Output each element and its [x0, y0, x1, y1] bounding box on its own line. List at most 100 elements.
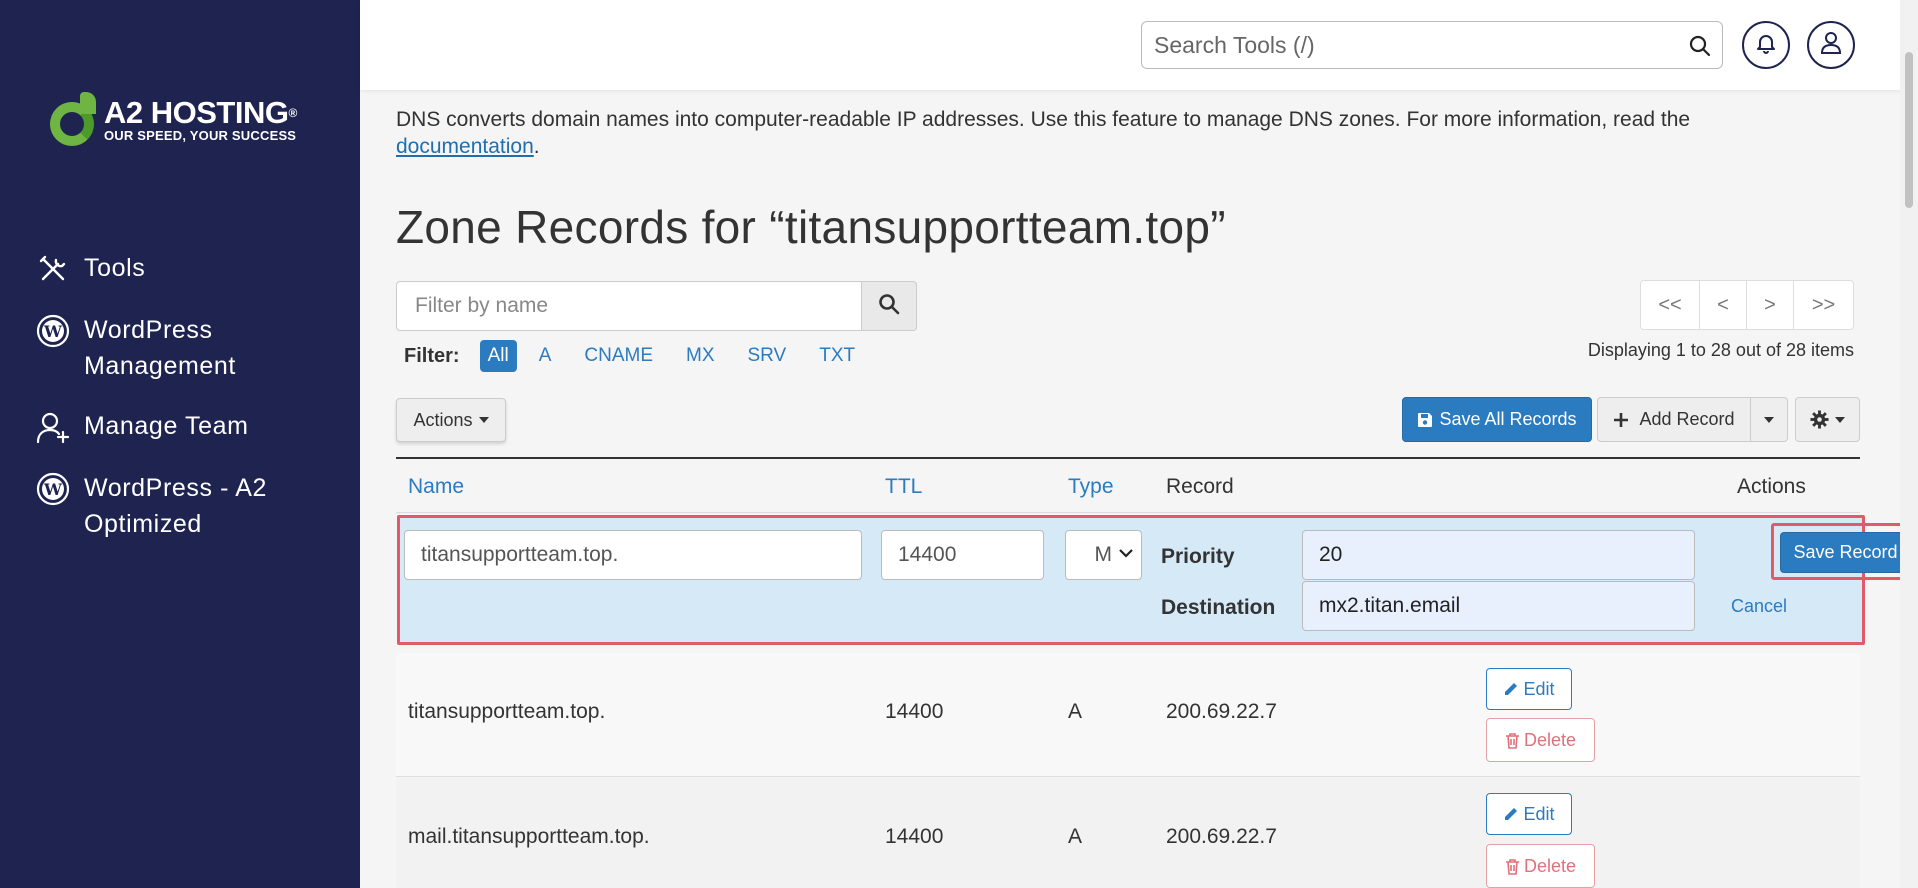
pager-prev-button[interactable]: < [1700, 281, 1747, 329]
page-title: Zone Records for “titansupportteam.top” [396, 201, 1226, 253]
logo-brand-name: A2 HOSTING [104, 94, 289, 130]
column-header-name[interactable]: Name [408, 475, 464, 499]
documentation-link[interactable]: documentation [396, 135, 534, 158]
actions-dropdown-button[interactable]: Actions [396, 398, 506, 442]
add-record-button[interactable]: Add Record [1597, 397, 1751, 442]
wordpress-icon: W [34, 470, 72, 508]
record-name: titansupportteam.top. [408, 700, 606, 723]
search-icon [878, 293, 900, 320]
trash-icon [1505, 732, 1520, 749]
sidebar-item-tools[interactable]: Tools [34, 250, 344, 288]
edit-ttl-input[interactable]: 14400 [881, 530, 1044, 580]
notifications-button[interactable] [1742, 21, 1790, 69]
logo-registered-mark: ® [288, 105, 297, 120]
record-ttl: 14400 [885, 700, 944, 723]
priority-input[interactable]: 20 [1302, 530, 1695, 580]
destination-label: Destination [1161, 596, 1276, 619]
a2-hosting-logo[interactable]: A2 HOSTING® OUR SPEED, YOUR SUCCESS [46, 88, 297, 152]
a2-logo-mark-icon [46, 88, 102, 152]
filter-option-cname[interactable]: CNAME [584, 345, 653, 367]
zone-records-table: Name TTL Type Record Actions titansuppor… [396, 457, 1918, 888]
column-header-type[interactable]: Type [1068, 475, 1114, 499]
record-type: A [1068, 700, 1083, 723]
sidebar-item-manage-team[interactable]: Manage Team [34, 408, 344, 446]
search-tools-input[interactable] [1142, 31, 1662, 59]
record-value: 200.69.22.7 [1166, 700, 1277, 723]
sidebar-item-wordpress-a2-optimized[interactable]: W WordPress - A2 Optimized [34, 470, 344, 542]
column-header-actions: Actions [1737, 475, 1806, 498]
pager-first-button[interactable]: << [1641, 281, 1700, 329]
table-row: mail.titansupportteam.top. 14400 A 200.6… [396, 778, 1860, 888]
sidebar-item-label: Manage Team [84, 412, 249, 440]
bell-icon [1755, 32, 1777, 59]
filter-option-mx[interactable]: MX [686, 345, 715, 367]
sidebar-item-label: WordPress - A2 Optimized [84, 474, 267, 538]
wordpress-icon: W [34, 312, 72, 350]
delete-button[interactable]: Delete [1486, 718, 1595, 762]
pager-last-button[interactable]: >> [1794, 281, 1853, 329]
tools-icon [34, 250, 72, 288]
sidebar-nav: Tools W WordPress Management Manage Team… [34, 250, 344, 566]
filter-option-txt[interactable]: TXT [819, 345, 855, 367]
save-record-highlight: Save Record [1771, 523, 1918, 580]
displaying-count: Displaying 1 to 28 out of 28 items [1587, 340, 1854, 360]
record-type: A [1068, 825, 1083, 848]
pager-next-button[interactable]: > [1747, 281, 1794, 329]
caret-down-icon [1764, 416, 1774, 423]
filter-search [396, 281, 917, 331]
filter-search-button[interactable] [861, 281, 917, 331]
filter-label: Filter: [404, 344, 460, 367]
filter-option-all[interactable]: All [479, 340, 517, 372]
edit-button[interactable]: Edit [1486, 668, 1572, 710]
pencil-icon [1503, 806, 1519, 822]
priority-label: Priority [1161, 545, 1235, 568]
record-type-filters: Filter: All A CNAME MX SRV TXT [404, 340, 888, 372]
filter-option-srv[interactable]: SRV [748, 345, 787, 367]
trash-icon [1505, 858, 1520, 875]
sidebar-item-wordpress-management[interactable]: W WordPress Management [34, 312, 344, 384]
save-all-records-button[interactable]: Save All Records [1402, 397, 1592, 442]
search-tools-box [1141, 21, 1723, 69]
gear-icon [1810, 410, 1829, 429]
delete-button[interactable]: Delete [1486, 844, 1595, 888]
page-description: DNS converts domain names into computer-… [396, 108, 1691, 158]
scrollbar-thumb[interactable] [1905, 52, 1913, 208]
caret-down-icon [1835, 416, 1845, 423]
plus-icon [1613, 412, 1629, 428]
logo-tagline: OUR SPEED, YOUR SUCCESS [104, 127, 297, 143]
column-header-record: Record [1166, 475, 1234, 498]
search-icon[interactable] [1688, 34, 1712, 63]
add-user-icon [34, 408, 72, 446]
record-name: mail.titansupportteam.top. [408, 825, 650, 848]
table-row: titansupportteam.top. 14400 A 200.69.22.… [396, 653, 1860, 777]
sidebar-item-label: WordPress Management [84, 316, 236, 380]
pencil-icon [1503, 681, 1519, 697]
column-header-ttl[interactable]: TTL [885, 475, 922, 499]
edit-record-row: titansupportteam.top. 14400 MX M Priorit… [397, 515, 1918, 645]
main-content: DNS converts domain names into computer-… [360, 90, 1918, 888]
cancel-edit-link[interactable]: Cancel [1731, 596, 1787, 617]
add-record-dropdown-toggle[interactable] [1751, 397, 1788, 442]
sidebar-item-label: Tools [84, 254, 146, 282]
table-header: Name TTL Type Record Actions [396, 457, 1860, 513]
user-icon [1820, 31, 1842, 60]
edit-type-select[interactable]: MX M [1065, 530, 1142, 580]
caret-down-icon [478, 417, 489, 423]
destination-input[interactable]: mx2.titan.email [1302, 581, 1695, 631]
settings-dropdown-button[interactable] [1795, 397, 1860, 442]
sidebar: A2 HOSTING® OUR SPEED, YOUR SUCCESS Tool… [0, 0, 360, 888]
save-record-button[interactable]: Save Record [1780, 532, 1911, 573]
pagination: << < > >> [1640, 280, 1854, 330]
filter-by-name-input[interactable] [396, 281, 861, 331]
page-scrollbar[interactable] [1900, 0, 1918, 888]
chevron-down-icon [1119, 548, 1133, 558]
record-value: 200.69.22.7 [1166, 825, 1277, 848]
edit-name-input[interactable]: titansupportteam.top. [404, 530, 862, 580]
edit-button[interactable]: Edit [1486, 793, 1572, 835]
svg-text:W: W [43, 322, 63, 341]
filter-option-a[interactable]: A [539, 345, 552, 367]
top-header [360, 0, 1900, 90]
svg-text:W: W [43, 480, 63, 499]
record-ttl: 14400 [885, 825, 944, 848]
user-account-button[interactable] [1807, 21, 1855, 69]
